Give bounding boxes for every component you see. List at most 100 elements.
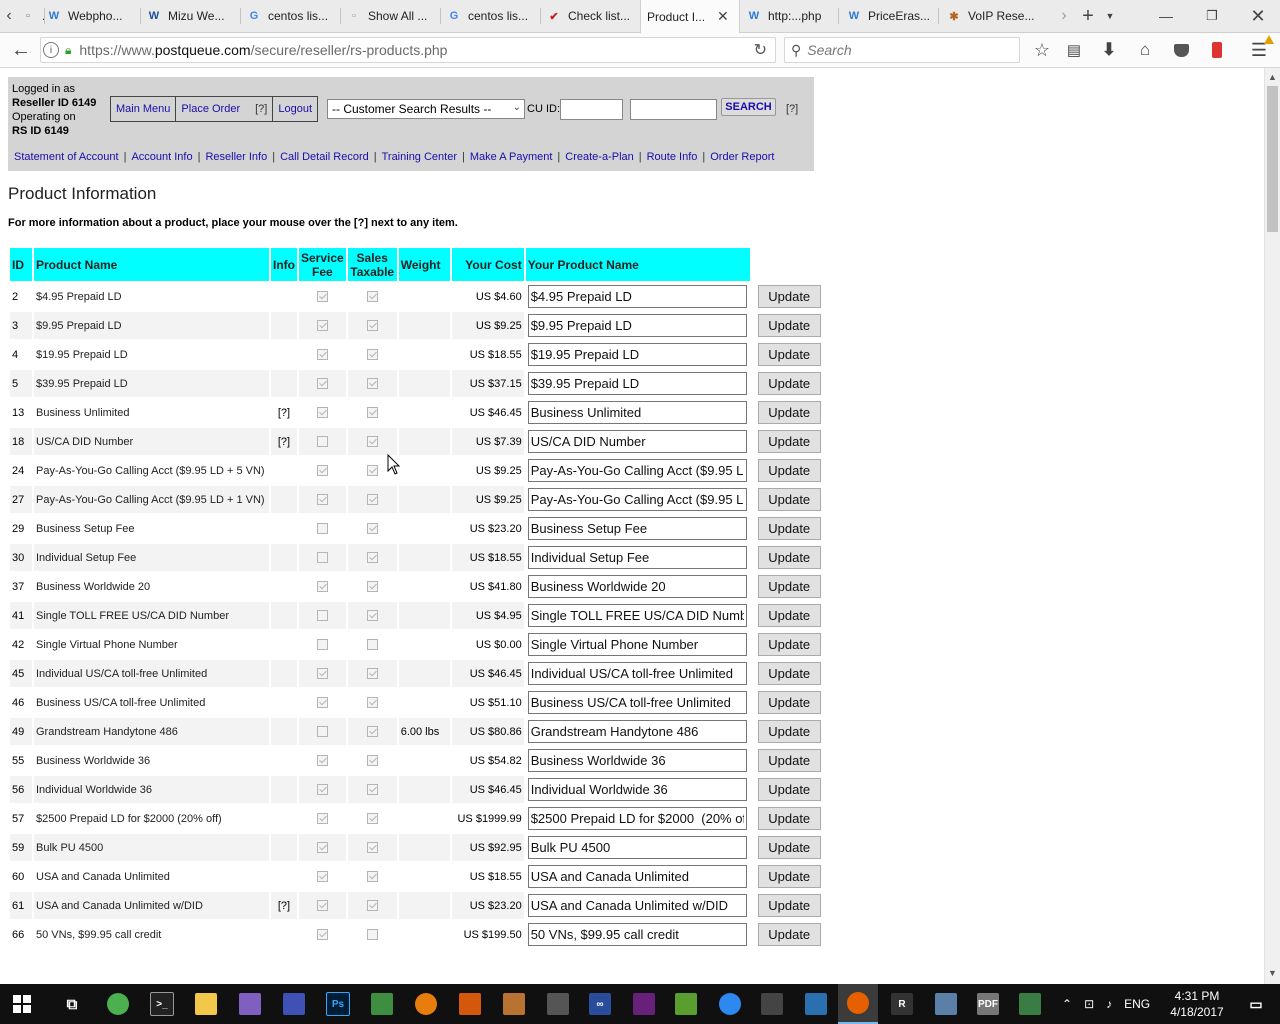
update-button[interactable]: Update [757,517,821,540]
your-product-name-input[interactable] [527,923,747,946]
place-order-help[interactable]: [?] [250,97,274,121]
browser-tab[interactable]: Gcentos lis... [440,0,542,32]
browser-tab[interactable]: ▫ Show All ... [340,0,442,32]
back-icon[interactable]: ← [6,33,36,67]
reseller-link[interactable]: Reseller Info [205,151,267,163]
your-product-name-input[interactable] [527,459,747,482]
update-button[interactable]: Update [757,662,821,685]
cu-id-input[interactable] [560,99,623,120]
your-product-name-input[interactable] [527,749,747,772]
tab-scroll-right-icon[interactable]: › [1056,0,1072,32]
place-order-link[interactable]: Place Order [176,97,250,121]
update-button[interactable]: Update [757,604,821,627]
network-icon[interactable]: ⊡ [1084,997,1094,1011]
your-product-name-input[interactable] [527,604,747,627]
update-button[interactable]: Update [757,343,821,366]
update-button[interactable]: Update [757,459,821,482]
app4-icon[interactable] [710,984,750,1024]
your-product-name-input[interactable] [527,546,747,569]
windows-start-icon[interactable] [2,984,42,1024]
terminal-icon[interactable]: >_ [142,984,182,1024]
browser-tab[interactable]: W Webpho... [40,0,142,32]
browser-tab[interactable]: W Mizu We... [140,0,242,32]
download-icon[interactable]: ⬇ [1097,33,1121,67]
app5-icon[interactable] [796,984,836,1024]
your-product-name-input[interactable] [527,691,747,714]
firefox-icon[interactable] [838,984,878,1024]
your-product-name-input[interactable] [527,285,747,308]
row-info-help[interactable]: [?] [271,428,297,455]
reseller-link[interactable]: Account Info [131,151,192,163]
browser-tab[interactable]: Whttp:...php [740,0,840,32]
your-product-name-input[interactable] [527,662,747,685]
update-button[interactable]: Update [757,894,821,917]
your-product-name-input[interactable] [527,488,747,511]
update-button[interactable]: Update [757,720,821,743]
reload-icon[interactable]: ↻ [754,40,767,60]
task-view-icon[interactable]: ⧉ [52,984,92,1024]
search-help[interactable]: [?] [786,103,798,115]
reseller-link[interactable]: Order Report [710,151,774,163]
browser-tab[interactable]: ✔ Check list... [540,0,642,32]
app2-icon[interactable] [450,984,490,1024]
browser-tab[interactable]: Product I... ✕ [640,0,740,33]
your-product-name-input[interactable] [527,372,747,395]
document-icon[interactable] [926,984,966,1024]
reseller-link[interactable]: Route Info [647,151,698,163]
update-button[interactable]: Update [757,401,821,424]
search-input[interactable]: ⚲ Search [784,37,1020,63]
reseller-link[interactable]: Training Center [382,151,457,163]
your-product-name-input[interactable] [527,575,747,598]
app-icon[interactable] [230,984,270,1024]
visual-studio-icon[interactable] [624,984,664,1024]
chrome-icon[interactable] [98,984,138,1024]
update-button[interactable]: Update [757,923,821,946]
your-product-name-input[interactable] [527,807,747,830]
update-button[interactable]: Update [757,546,821,569]
app3-icon[interactable] [666,984,706,1024]
your-product-name-input[interactable] [527,401,747,424]
search-button[interactable]: SEARCH [721,98,776,116]
update-button[interactable]: Update [757,633,821,656]
your-product-name-input[interactable] [527,865,747,888]
update-button[interactable]: Update [757,430,821,453]
browser-tab[interactable]: ✱ VoIP Rese... [940,0,1040,32]
row-info-help[interactable]: [?] [271,892,297,919]
gimp-icon[interactable] [494,984,534,1024]
page-scrollbar[interactable]: ▲ ▼ [1264,68,1280,984]
your-product-name-input[interactable] [527,720,747,743]
new-tab-icon[interactable]: + [1078,0,1098,32]
tray-expand-icon[interactable]: ⌃ [1062,997,1072,1011]
language-indicator[interactable]: ENG [1124,997,1150,1011]
pocket-icon[interactable] [1169,33,1193,67]
reseller-link[interactable]: Make A Payment [470,151,553,163]
row-info-help[interactable]: [?] [271,399,297,426]
update-button[interactable]: Update [757,285,821,308]
clock[interactable]: 4:31 PM 4/18/2017 [1168,988,1226,1020]
your-product-name-input[interactable] [527,430,747,453]
infinity-icon[interactable]: ∞ [580,984,620,1024]
update-button[interactable]: Update [757,778,821,801]
update-button[interactable]: Update [757,575,821,598]
reading-list-icon[interactable]: ▤ [1062,33,1086,67]
browser-tab[interactable]: W PriceEras... [840,0,940,32]
your-product-name-input[interactable] [527,894,747,917]
your-product-name-input[interactable] [527,314,747,337]
update-button[interactable]: Update [757,488,821,511]
reseller-link[interactable]: Create-a-Plan [565,151,633,163]
notes-icon[interactable] [274,984,314,1024]
pdf-icon[interactable]: PDF [968,984,1008,1024]
main-menu-link[interactable]: Main Menu [111,97,177,121]
customer-search-select[interactable]: -- Customer Search Results -- ⌄ [327,99,525,119]
update-button[interactable]: Update [757,314,821,337]
update-button[interactable]: Update [757,865,821,888]
reseller-link[interactable]: Call Detail Record [280,151,369,163]
url-bar[interactable]: i 🔒︎ https://www.postqueue.com/secure/re… [40,37,776,63]
spreadsheet-icon[interactable] [362,984,402,1024]
app7-icon[interactable] [1010,984,1050,1024]
home-icon[interactable]: ⌂ [1133,33,1157,67]
scroll-up-icon[interactable]: ▲ [1268,72,1277,82]
your-product-name-input[interactable] [527,517,747,540]
logout-link[interactable]: Logout [273,97,317,121]
your-product-name-input[interactable] [527,836,747,859]
